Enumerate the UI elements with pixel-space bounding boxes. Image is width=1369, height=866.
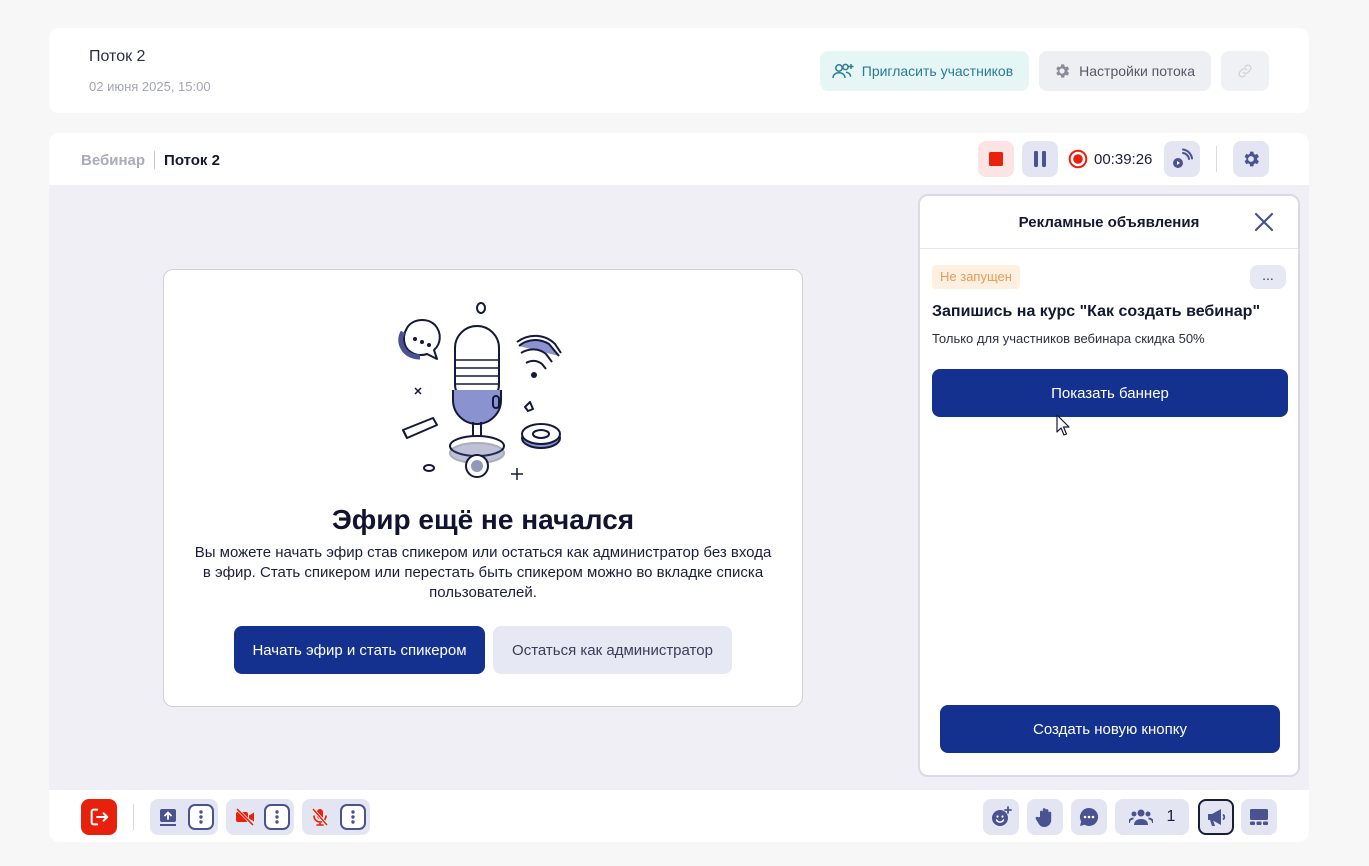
chat-icon [1079, 807, 1099, 826]
ads-panel-header: Рекламные объявления [920, 196, 1298, 249]
ads-toggle-button[interactable] [1198, 799, 1234, 835]
camera-off-icon[interactable] [234, 807, 256, 827]
stop-button[interactable] [978, 141, 1014, 177]
recording-timer: 00:39:26 [1094, 150, 1153, 168]
add-user-icon [832, 63, 854, 79]
exit-icon [90, 808, 109, 826]
pause-icon [1034, 151, 1046, 167]
camera-control [226, 799, 294, 835]
broadcast-icon [1173, 148, 1194, 168]
microphone-illustration [398, 302, 562, 480]
stream-date: 02 июня 2025, 15:00 [89, 79, 211, 94]
link-icon [1238, 64, 1252, 78]
gear-icon [1056, 64, 1070, 78]
mouse-cursor-icon [1056, 414, 1070, 436]
stream-header-card: Поток 2 02 июня 2025, 15:00 Пригласить у… [49, 28, 1309, 113]
camera-options-button[interactable] [264, 804, 290, 830]
mic-off-icon[interactable] [310, 807, 330, 827]
users-icon [1128, 809, 1153, 825]
stay-admin-button[interactable]: Остаться как администратор [493, 626, 732, 674]
broadcast-not-started-card: Эфир ещё не начался Вы можете начать эфи… [163, 269, 803, 707]
stream-title: Поток 2 [89, 48, 146, 65]
create-button-button[interactable]: Создать новую кнопку [940, 705, 1280, 753]
more-vertical-icon [199, 810, 203, 824]
more-vertical-icon [351, 810, 355, 824]
broadcast-controls: 00:39:26 [978, 141, 1270, 177]
gear-icon [1244, 151, 1260, 167]
settings-label: Настройки потока [1079, 63, 1195, 79]
microphone-options-button[interactable] [340, 804, 366, 830]
breadcrumb-separator [154, 151, 156, 169]
breadcrumb-current: Поток 2 [164, 151, 220, 169]
start-broadcast-button[interactable]: Начать эфир и стать спикером [234, 626, 485, 674]
toolbar-divider [133, 804, 134, 830]
raise-hand-icon [1035, 808, 1052, 827]
webinar-room: Вебинар Поток 2 00:39:26 Эфир ещё не нач… [49, 133, 1309, 842]
recording-indicator: 00:39:26 [1068, 149, 1152, 169]
broadcast-button[interactable] [1164, 141, 1201, 177]
emoji-icon [992, 806, 1012, 826]
screen-share-icon[interactable] [158, 807, 178, 827]
screen-share-control [150, 799, 218, 835]
bottom-toolbar: 1 [49, 790, 1309, 842]
layout-icon [1250, 809, 1268, 825]
megaphone-icon [1208, 809, 1226, 826]
stop-icon [989, 152, 1003, 166]
chat-button[interactable] [1071, 799, 1107, 835]
raise-hand-button[interactable] [1027, 799, 1063, 835]
exit-button[interactable] [81, 799, 117, 835]
close-icon[interactable] [1254, 212, 1274, 232]
ad-heading: Запишись на курс "Как создать вебинар" [932, 303, 1261, 320]
ad-subtext: Только для участников вебинара скидка 50… [932, 331, 1205, 346]
participants-button[interactable]: 1 [1115, 799, 1189, 835]
breadcrumb-parent[interactable]: Вебинар [81, 152, 145, 169]
participants-count: 1 [1166, 808, 1176, 825]
layout-button[interactable] [1241, 799, 1277, 835]
broadcast-status-title: Эфир ещё не начался [331, 504, 635, 535]
stream-settings-button[interactable]: Настройки потока [1039, 51, 1211, 91]
breadcrumb: Вебинар Поток 2 [81, 151, 220, 169]
ad-more-button[interactable]: ... [1250, 265, 1286, 289]
broadcast-status-description: Вы можете начать эфир став спикером или … [194, 544, 772, 601]
ads-panel-title: Рекламные объявления [1018, 214, 1200, 231]
ad-status-badge: Не запущен [932, 265, 1020, 289]
copy-link-button[interactable] [1221, 51, 1269, 91]
show-banner-button[interactable]: Показать баннер [932, 369, 1288, 417]
room-settings-button[interactable] [1233, 141, 1270, 177]
more-vertical-icon [275, 810, 279, 824]
screen-share-options-button[interactable] [188, 804, 214, 830]
top-actions: Пригласить участников Настройки потока [819, 51, 1269, 91]
reactions-button[interactable] [983, 799, 1019, 835]
invite-label: Пригласить участников [861, 63, 1014, 79]
header-divider [1216, 146, 1218, 172]
pause-button[interactable] [1022, 141, 1058, 177]
ads-panel: Рекламные объявления Не запущен ... Запи… [918, 194, 1300, 777]
room-header: Вебинар Поток 2 00:39:26 [49, 133, 1309, 185]
microphone-control [302, 799, 370, 835]
invite-participants-button[interactable]: Пригласить участников [819, 51, 1030, 91]
record-icon [1068, 149, 1088, 169]
